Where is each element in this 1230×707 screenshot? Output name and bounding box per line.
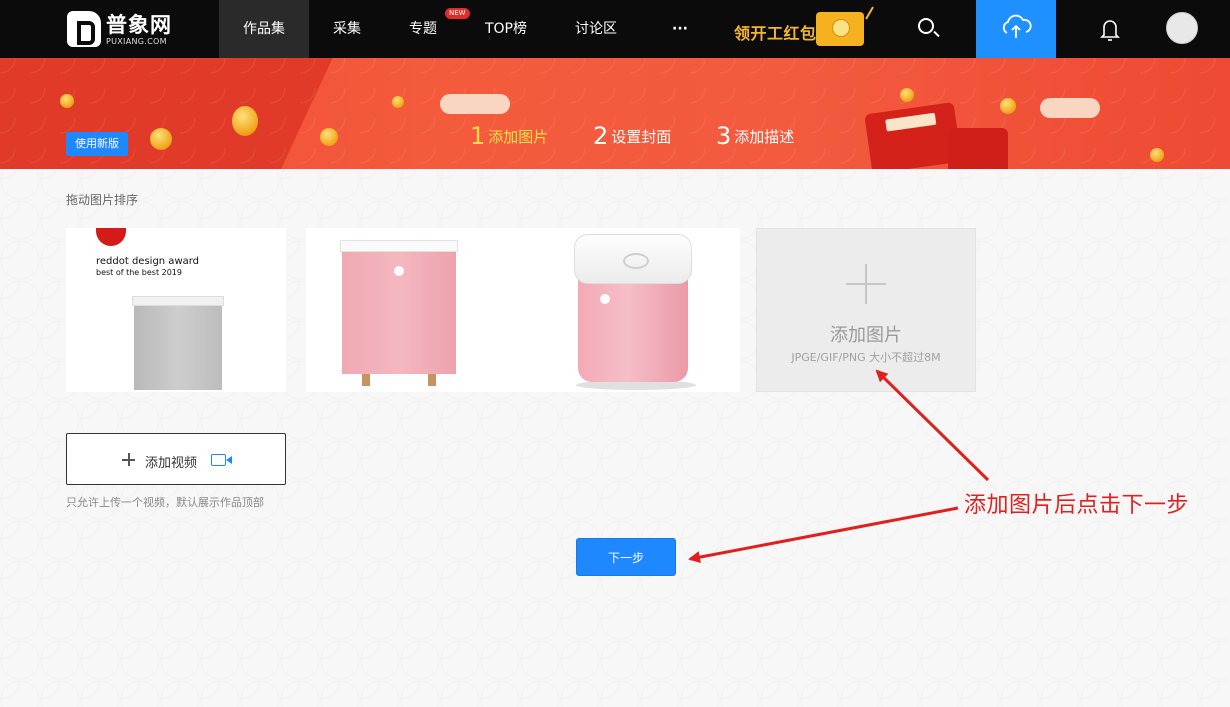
brand-dot [600,294,610,304]
add-image-button[interactable]: 添加图片 JPGE/GIF/PNG 大小不超过8M [756,228,976,392]
site-logo[interactable]: 普象网 PUXIANG.COM [67,9,197,49]
box-body [578,274,688,382]
step-2: 2 设置封面 [593,122,671,150]
cloud-decor [1040,98,1100,118]
box-lid [574,234,692,284]
avatar[interactable] [1166,12,1198,44]
coin-decor [392,96,404,108]
search-icon[interactable] [907,0,947,58]
plus-icon-bar [846,283,886,285]
add-video-button[interactable]: 添加视频 [66,433,286,485]
nav-item-collect[interactable]: 采集 [309,0,385,58]
nav-item-discussion[interactable]: 讨论区 [556,0,636,58]
gift-label [885,112,937,132]
gift-decor [948,128,1008,169]
box-leg [428,374,436,386]
next-step-button[interactable]: 下一步 [576,538,676,576]
camera-lens [226,456,232,464]
step-number: 1 [470,122,486,150]
use-new-version-button[interactable]: 使用新版 [66,132,128,156]
product-pink-box-lid [568,234,698,392]
coin-decor [232,106,258,136]
upload-steps-banner: 使用新版 1 添加图片 2 设置封面 3 添加描述 [0,58,1230,169]
box-lid [132,296,224,306]
step-label: 添加描述 [734,127,795,146]
image-thumbnail-2[interactable] [306,228,526,392]
step-label: 设置封面 [611,127,672,146]
coin-decor [60,94,74,108]
image-thumbnail-3[interactable] [520,228,740,392]
new-badge: NEW [445,8,470,19]
top-navigation-bar: 普象网 PUXIANG.COM 作品集 采集 专题 NEW TOP榜 讨论区 ·… [0,0,1230,58]
more-icon[interactable]: ··· [660,0,700,58]
nav-item-topics[interactable]: 专题 NEW [385,0,470,58]
add-image-subtitle: JPGE/GIF/PNG 大小不超过8M [791,351,941,364]
logo-text: 普象网 [106,13,172,37]
hongbao-text: 领开工红包 [734,24,817,43]
step-3: 3 添加描述 [716,122,794,150]
bell-glyph [1100,20,1120,41]
search-lens [918,18,934,34]
arrow-to-next-button [688,506,959,564]
plus-icon-bar [122,459,135,461]
bell-icon[interactable] [1090,0,1130,58]
box-lid [340,240,458,252]
image-thumbnail-1[interactable]: reddot design award best of the best 201… [66,228,286,392]
logo-subtitle: PUXIANG.COM [106,37,167,46]
logo-mark-icon [67,11,101,47]
brand-dot [394,266,404,276]
coin-decor [1150,148,1164,162]
image-caption: best of the best 2019 [96,268,182,277]
nav-item-topics-label: 专题 [409,21,437,37]
step-label: 添加图片 [488,127,549,146]
red-envelope-icon [816,12,864,46]
add-image-title: 添加图片 [830,325,902,346]
coin-decor [1000,98,1016,114]
video-hint: 只允许上传一个视频，默认展示作品顶部 [66,496,264,509]
product-grey-box [132,296,224,392]
step-1: 1 添加图片 [470,122,548,150]
annotation-text: 添加图片后点击下一步 [964,493,1190,518]
step-number: 3 [716,122,732,150]
camera-body [211,454,226,466]
upload-button[interactable] [976,0,1056,58]
nav-item-portfolio[interactable]: 作品集 [219,0,309,58]
product-pink-box [340,240,458,386]
image-caption: reddot design award [96,256,200,267]
search-handle [933,30,940,38]
sparkle-icon [865,6,881,24]
coin-decor [320,128,338,146]
video-camera-icon [211,454,233,466]
cloud-decor [440,94,510,114]
upload-cloud-icon [1002,14,1032,38]
sort-hint: 拖动图片排序 [66,193,139,207]
step-number: 2 [593,122,609,150]
coin-decor [900,88,914,102]
nav-item-top-list[interactable]: TOP榜 [469,0,543,58]
coin-decor [150,128,172,150]
reddot-logo [96,228,126,246]
add-video-label: 添加视频 [145,456,198,471]
hongbao-promo[interactable]: 领开工红包 [732,6,882,50]
box-leg [362,374,370,386]
box-body [134,306,222,390]
